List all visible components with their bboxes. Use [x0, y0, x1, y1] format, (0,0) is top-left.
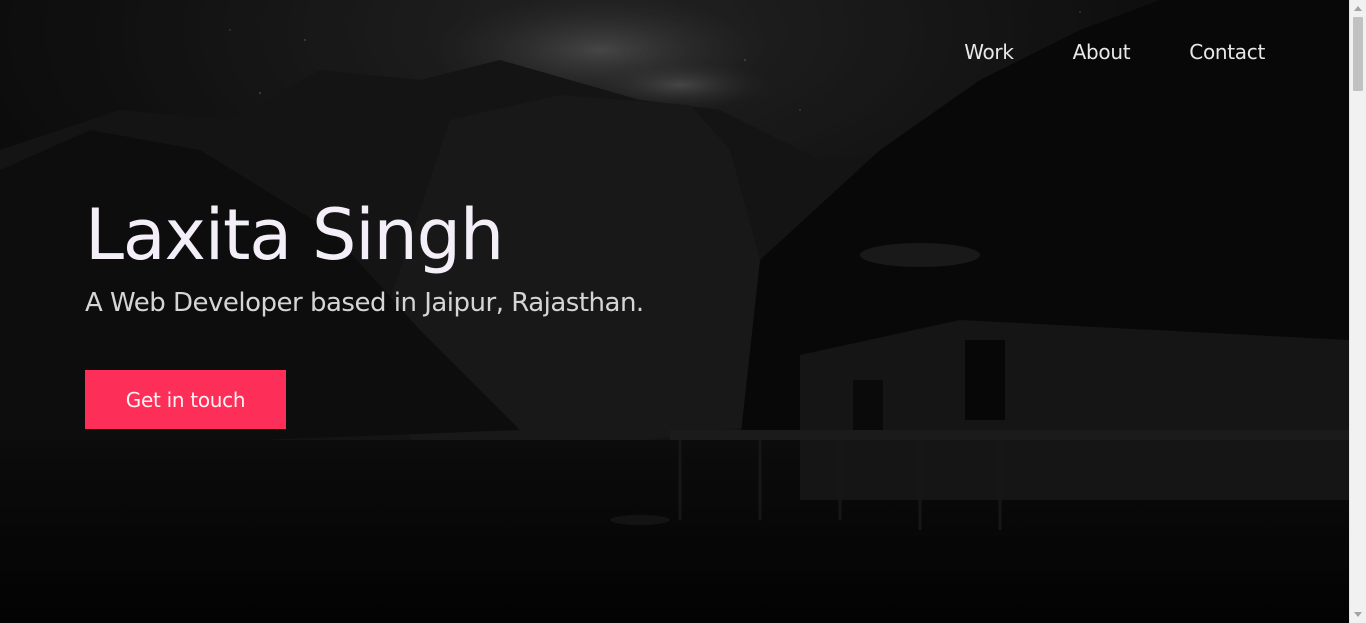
- nav-link-work[interactable]: Work: [964, 40, 1014, 64]
- hero-content: Laxita Singh A Web Developer based in Ja…: [85, 192, 644, 318]
- get-in-touch-button[interactable]: Get in touch: [85, 370, 286, 429]
- page: Work About Contact Laxita Singh A Web De…: [0, 0, 1349, 623]
- chevron-down-icon[interactable]: [1354, 612, 1362, 617]
- main-nav: Work About Contact: [964, 40, 1265, 64]
- hero-title: Laxita Singh: [85, 194, 504, 276]
- hero-subtitle: A Web Developer based in Jaipur, Rajasth…: [85, 288, 644, 318]
- nav-link-contact[interactable]: Contact: [1189, 40, 1265, 64]
- nav-link-about[interactable]: About: [1073, 40, 1131, 64]
- scrollbar-thumb[interactable]: [1353, 17, 1363, 91]
- vertical-scrollbar[interactable]: [1349, 0, 1366, 623]
- chevron-up-icon[interactable]: [1354, 6, 1362, 11]
